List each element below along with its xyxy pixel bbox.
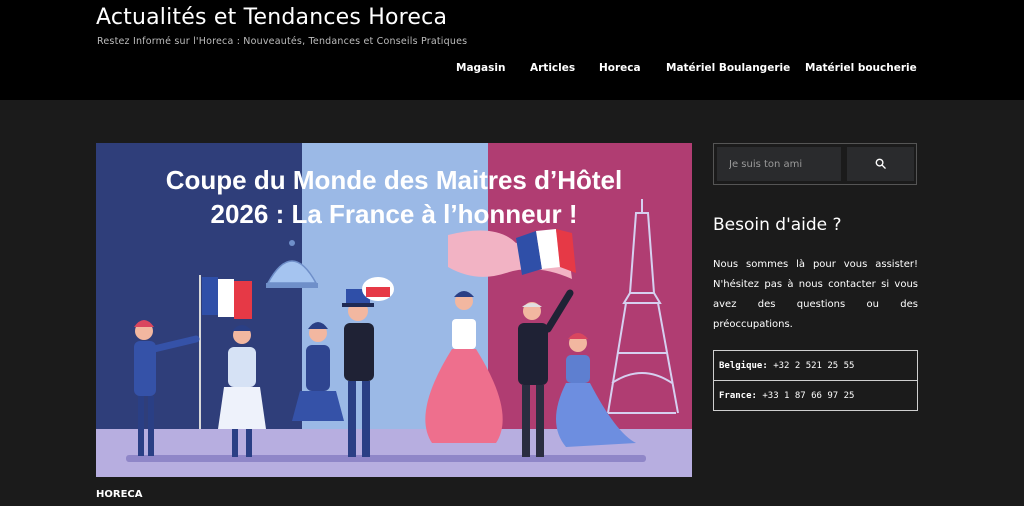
search-input[interactable]: [717, 147, 841, 181]
contact-label: France:: [719, 390, 757, 401]
contact-row-france: France: +33 1 87 66 97 25: [713, 380, 918, 411]
article-category[interactable]: HORECA: [96, 489, 142, 500]
contact-phone[interactable]: +33 1 87 66 97 25: [762, 391, 854, 401]
nav-item-articles[interactable]: Articles: [530, 62, 575, 74]
site-title[interactable]: Actualités et Tendances Horeca: [96, 5, 447, 30]
help-heading: Besoin d'aide ?: [713, 215, 842, 235]
help-paragraph: Nous sommes là pour vous assister! N'hés…: [713, 259, 918, 330]
search-button[interactable]: [847, 147, 914, 181]
hero-title-line2: 2026 : La France à l’honneur !: [211, 199, 578, 229]
contact-table: Belgique: +32 2 521 25 55 France: +33 1 …: [713, 350, 918, 411]
contact-phone[interactable]: +32 2 521 25 55: [773, 361, 854, 371]
nav-item-horeca[interactable]: Horeca: [599, 62, 641, 74]
contact-cell: Belgique: +32 2 521 25 55: [713, 350, 918, 381]
hero-title-line1: Coupe du Monde des Maitres d’Hôtel: [166, 165, 622, 195]
nav-item-materiel-boulangerie[interactable]: Matériel Boulangerie: [666, 62, 790, 74]
contact-cell: France: +33 1 87 66 97 25: [713, 380, 918, 411]
article-hero-image[interactable]: Coupe du Monde des Maitres d’Hôtel 2026 …: [96, 143, 692, 477]
contact-row-belgique: Belgique: +32 2 521 25 55: [713, 350, 918, 381]
nav-item-magasin[interactable]: Magasin: [456, 62, 505, 74]
nav-item-materiel-boucherie[interactable]: Matériel boucherie: [805, 62, 917, 74]
search-form: [713, 143, 917, 185]
contact-label: Belgique:: [719, 360, 768, 371]
site-header: Actualités et Tendances Horeca Restez In…: [0, 0, 1024, 100]
main-nav: Magasin Articles Horeca Matériel Boulang…: [0, 62, 1024, 76]
search-icon: [875, 157, 886, 172]
site-tagline: Restez Informé sur l'Horeca : Nouveautés…: [97, 36, 468, 47]
